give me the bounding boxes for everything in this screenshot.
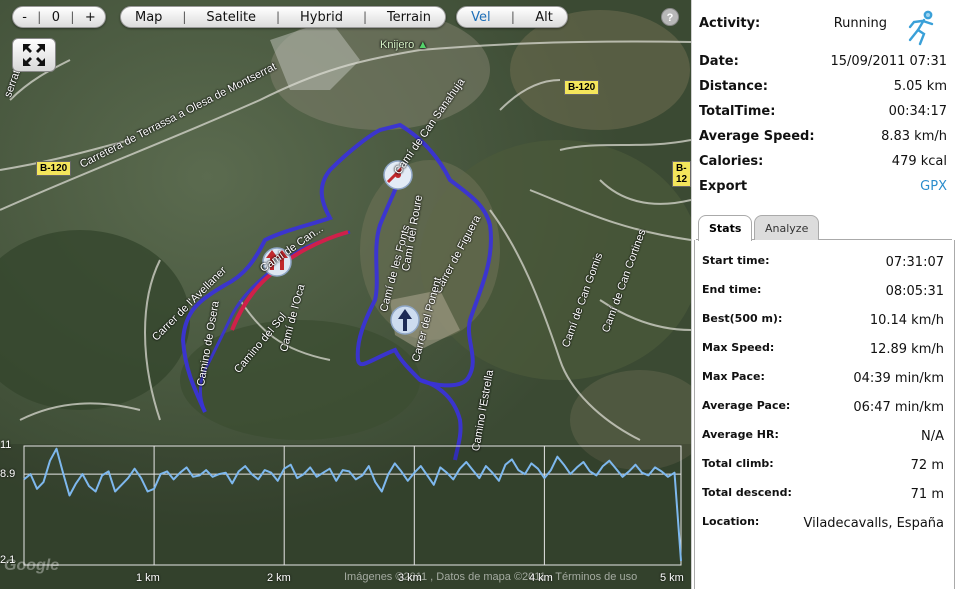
fullscreen-icon [23, 44, 45, 66]
zoom-reset-button[interactable]: 0 [44, 10, 68, 25]
road-badge-b12-edge: B-12 [672, 161, 691, 187]
stat-row: Start time: 07:31:07 [702, 254, 944, 274]
stat-row: End time: 08:05:31 [702, 283, 944, 303]
stat-label: Start time: [702, 254, 770, 267]
stat-row: Total descend: 71 m [702, 486, 944, 506]
separator: | [182, 10, 187, 24]
stat-value: 71 m [910, 487, 944, 502]
stat-label: Total descend: [702, 486, 792, 499]
speed-chart[interactable]: 11 8.9 2.1 Google Imágenes ©2011 , Datos… [0, 439, 691, 589]
distance-value: 5.05 km [893, 79, 947, 94]
x-tick-label: 4 km [529, 572, 553, 584]
map-type-map-button[interactable]: Map [127, 10, 170, 25]
average-speed-row: Average Speed: 8.83 km/h [699, 129, 947, 149]
stat-row: Max Pace: 04:39 min/km [702, 370, 944, 390]
date-label: Date: [699, 54, 739, 69]
distance-label: Distance: [699, 79, 768, 94]
stat-label: Location: [702, 515, 760, 528]
separator: | [276, 10, 281, 24]
date-row: Date: 15/09/2011 07:31 [699, 54, 947, 74]
direction-marker-icon[interactable] [390, 305, 420, 335]
map-attribution[interactable]: Imágenes ©2011 , Datos de mapa ©2011 - T… [344, 571, 637, 583]
average-speed-label: Average Speed: [699, 129, 815, 144]
activity-value: Running [833, 16, 887, 31]
stat-label: End time: [702, 283, 762, 296]
export-label: Export [699, 179, 748, 194]
map-type-control: Map | Satelite | Hybrid | Terrain [120, 6, 446, 28]
calories-row: Calories: 479 kcal [699, 154, 947, 174]
map-type-hybrid-button[interactable]: Hybrid [292, 10, 351, 25]
stats-tabs: Stats Analyze [696, 214, 952, 241]
x-tick-label: 3 km [398, 572, 422, 584]
zoom-control: - | 0 | + [12, 6, 106, 28]
activity-sidebar: Activity: Running Date: 15/09/2011 07:31… [691, 0, 955, 589]
stat-row: Average HR: N/A [702, 428, 944, 448]
distance-row: Distance: 5.05 km [699, 79, 947, 99]
total-time-value: 00:34:17 [888, 104, 947, 119]
activity-summary: Activity: Running Date: 15/09/2011 07:31… [692, 0, 955, 210]
chart-mode-vel-button[interactable]: Vel [463, 10, 499, 25]
stat-row: Best(500 m): 10.14 km/h [702, 312, 944, 332]
stat-label: Best(500 m): [702, 312, 783, 325]
total-time-label: TotalTime: [699, 104, 776, 119]
activity-label: Activity: [699, 16, 761, 31]
zoom-in-button[interactable]: + [77, 10, 104, 25]
stat-row: Average Pace: 06:47 min/km [702, 399, 944, 419]
stat-value: 10.14 km/h [869, 313, 944, 328]
separator: | [37, 10, 42, 24]
total-time-row: TotalTime: 00:34:17 [699, 104, 947, 124]
stat-value: 06:47 min/km [853, 400, 944, 415]
stat-value: Viladecavalls, España [803, 516, 945, 531]
stat-value: 04:39 min/km [853, 371, 944, 386]
fullscreen-button[interactable] [12, 38, 56, 72]
x-tick-label: 5 km [660, 572, 684, 584]
export-gpx-link[interactable]: GPX [920, 179, 947, 194]
stat-value: 12.89 km/h [869, 342, 944, 357]
stats-panel: Start time: 07:31:07 End time: 08:05:31 Best… [694, 240, 955, 589]
separator: | [362, 10, 367, 24]
average-speed-value: 8.83 km/h [881, 129, 947, 144]
running-icon [908, 10, 934, 46]
stat-label: Max Pace: [702, 370, 765, 383]
zoom-out-button[interactable]: - [14, 10, 35, 25]
x-tick-label: 2 km [267, 572, 291, 584]
separator: | [70, 10, 75, 24]
stat-label: Max Speed: [702, 341, 775, 354]
map-view[interactable]: Knijero ▲ B-120 B-120 B-12 Carretera de … [0, 0, 691, 589]
stat-value: N/A [921, 429, 944, 444]
y-tick-label: 8.9 [0, 468, 16, 480]
calories-value: 479 kcal [891, 154, 947, 169]
x-tick-label: 1 km [136, 572, 160, 584]
stat-value: 72 m [910, 458, 944, 473]
road-badge-b120-right: B-120 [564, 80, 600, 95]
help-button[interactable]: ? [661, 8, 679, 26]
stat-value: 07:31:07 [885, 255, 944, 270]
map-type-satelite-button[interactable]: Satelite [198, 10, 264, 25]
date-value: 15/09/2011 07:31 [830, 54, 947, 69]
stat-row: Max Speed: 12.89 km/h [702, 341, 944, 361]
map-type-terrain-button[interactable]: Terrain [379, 10, 439, 25]
stat-label: Total climb: [702, 457, 774, 470]
y-tick-label: 11 [0, 439, 12, 451]
stat-row: Location: Viladecavalls, España [702, 515, 944, 535]
stat-label: Average HR: [702, 428, 779, 441]
start-marker-icon[interactable] [262, 247, 292, 277]
chart-mode-alt-button[interactable]: Alt [527, 10, 561, 25]
finish-marker-icon[interactable] [383, 160, 413, 190]
stat-value: 08:05:31 [885, 284, 944, 299]
road-badge-b120: B-120 [36, 161, 72, 176]
google-logo: Google [4, 557, 60, 574]
stat-label: Average Pace: [702, 399, 791, 412]
export-row: Export GPX [699, 179, 947, 199]
tab-stats[interactable]: Stats [698, 215, 753, 241]
tab-analyze[interactable]: Analyze [754, 215, 820, 240]
calories-label: Calories: [699, 154, 764, 169]
speed-chart-svg [0, 444, 691, 589]
chart-mode-control: Vel | Alt [456, 6, 568, 28]
stat-row: Total climb: 72 m [702, 457, 944, 477]
separator: | [510, 10, 515, 24]
